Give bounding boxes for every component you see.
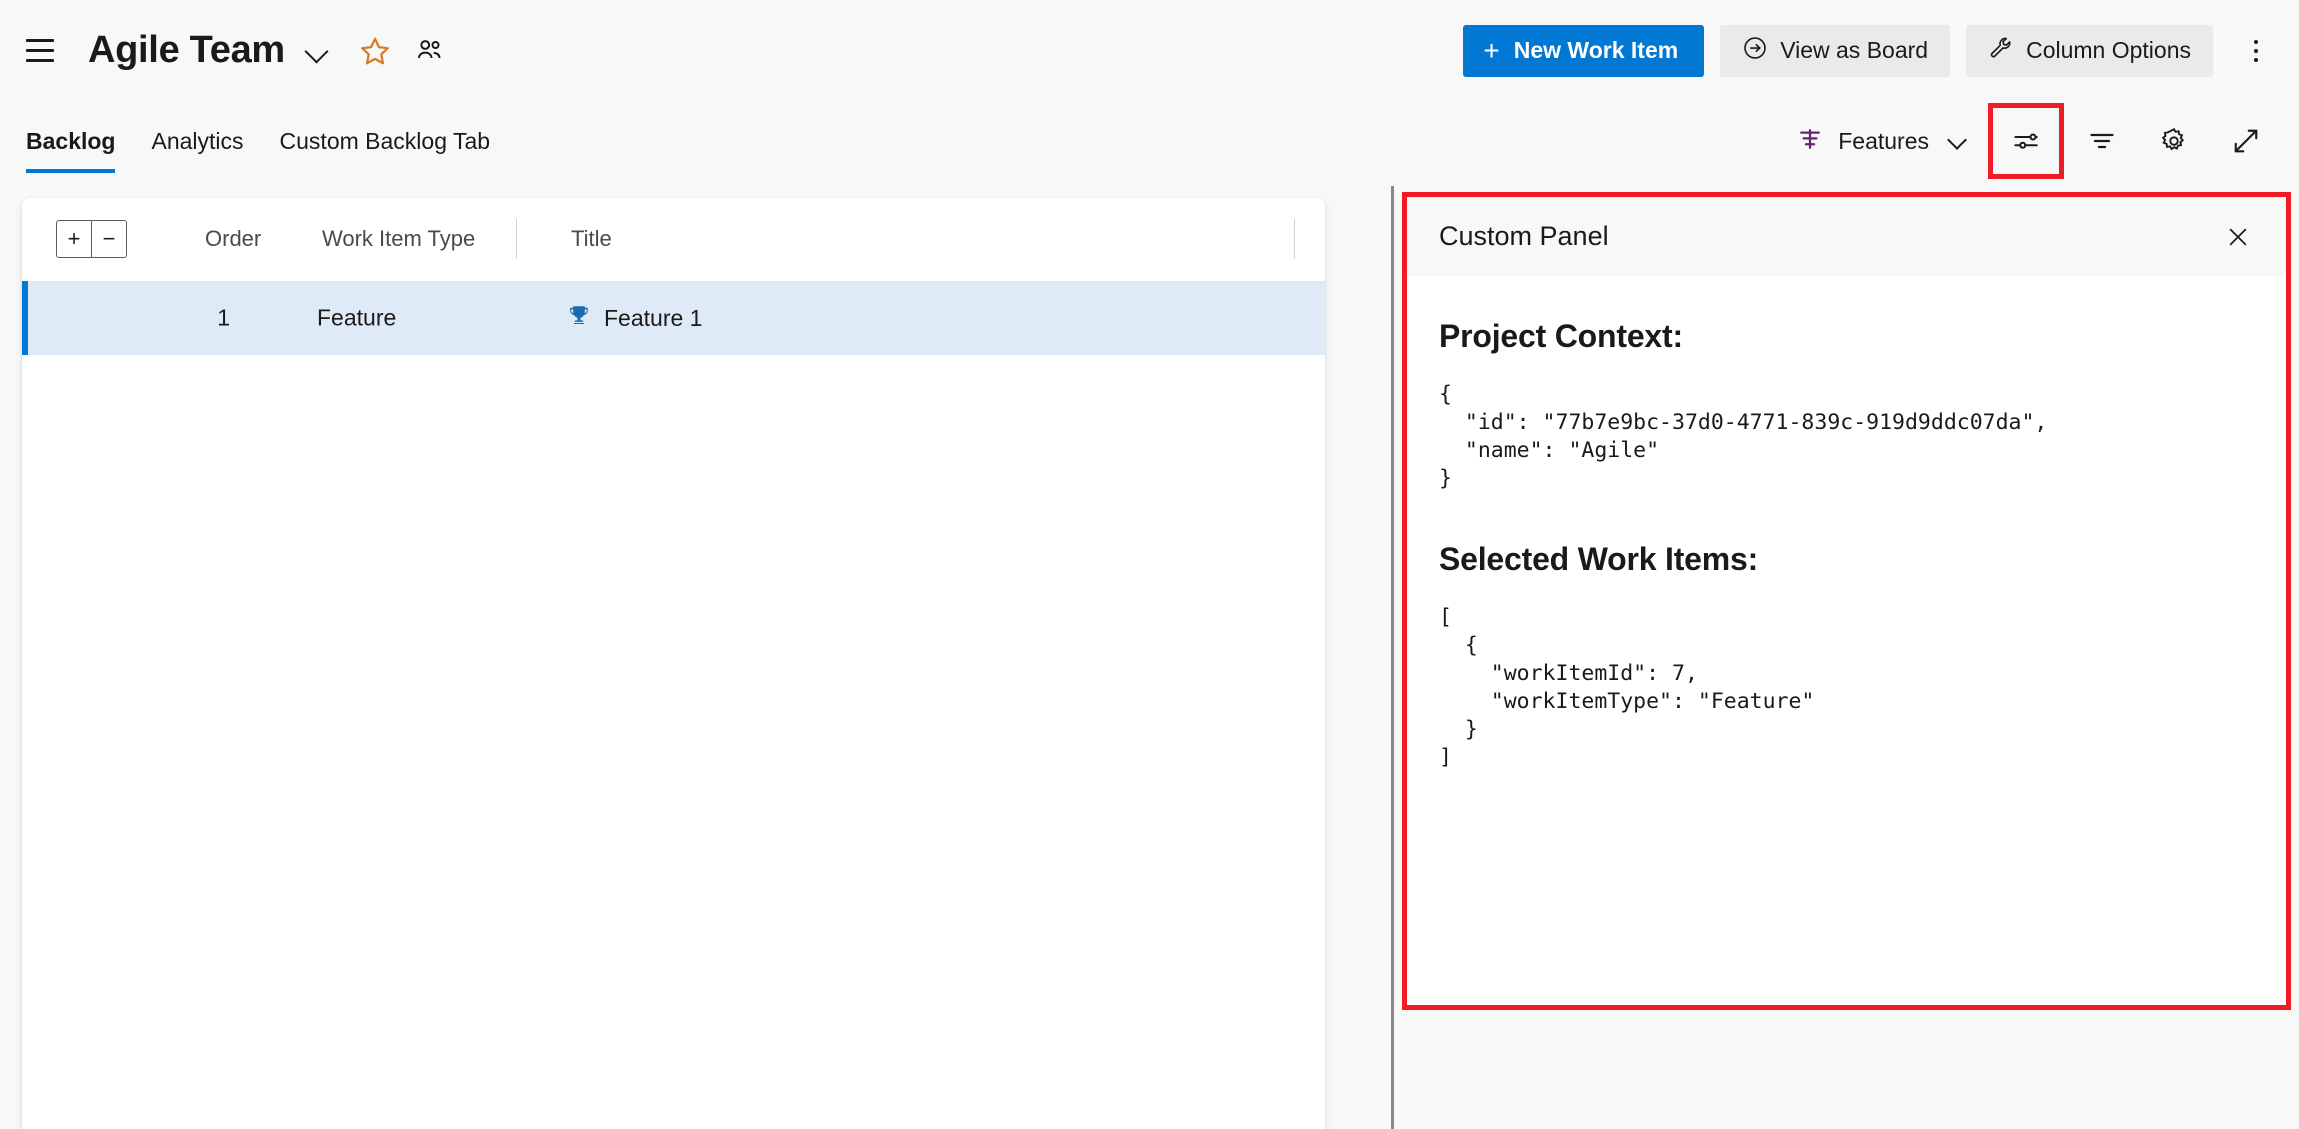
collapse-all-button[interactable]: − bbox=[92, 220, 127, 258]
column-header-order[interactable]: Order bbox=[205, 226, 261, 252]
expand-all-button[interactable]: + bbox=[56, 220, 92, 258]
view-as-board-button[interactable]: View as Board bbox=[1720, 24, 1951, 77]
selected-work-items-json: [ { "workItemId": 7, "workItemType": "Fe… bbox=[1439, 605, 1815, 770]
project-context-json: { "id": "77b7e9bc-37d0-4771-839c-919d9dd… bbox=[1439, 382, 2048, 491]
backlog-level-picker[interactable]: Features bbox=[1786, 113, 1979, 169]
column-header-work-item-type[interactable]: Work Item Type bbox=[322, 226, 475, 252]
view-options-sliders-icon[interactable] bbox=[1988, 103, 2064, 179]
page-title: Agile Team bbox=[88, 29, 285, 71]
filter-icon[interactable] bbox=[2073, 112, 2131, 170]
app-root: Agile Team + New Work Item View as Board… bbox=[0, 0, 2299, 1129]
backlog-toolbar: Features bbox=[1786, 101, 2275, 181]
table-row[interactable]: 1 Feature Feature 1 bbox=[22, 281, 1325, 355]
backlog-level-label: Features bbox=[1838, 127, 1929, 154]
tab-custom-backlog-tab-label: Custom Backlog Tab bbox=[279, 127, 491, 154]
hamburger-menu-icon[interactable] bbox=[26, 34, 60, 68]
backlog-levels-icon bbox=[1796, 125, 1824, 158]
people-icon[interactable] bbox=[415, 36, 445, 66]
star-icon[interactable] bbox=[359, 35, 391, 67]
column-divider[interactable] bbox=[516, 219, 517, 259]
selected-work-items-heading: Selected Work Items: bbox=[1439, 541, 1759, 577]
plus-icon: + bbox=[1483, 34, 1500, 66]
new-work-item-button[interactable]: + New Work Item bbox=[1463, 24, 1705, 77]
custom-panel-header: Custom Panel bbox=[1407, 197, 2286, 276]
more-vertical-icon[interactable] bbox=[2235, 27, 2277, 75]
trophy-icon bbox=[567, 303, 591, 333]
custom-panel-body: Project Context: { "id": "77b7e9bc-37d0-… bbox=[1407, 276, 2286, 1005]
expand-diagonal-icon[interactable] bbox=[2217, 112, 2275, 170]
new-work-item-label: New Work Item bbox=[1513, 37, 1679, 63]
column-options-label: Column Options bbox=[2026, 37, 2191, 63]
backlog-grid-card: + − Order Work Item Type Title 1 Feature… bbox=[22, 198, 1325, 1129]
view-as-board-label: View as Board bbox=[1780, 37, 1929, 63]
header-actions: + New Work Item View as Board Column Opt… bbox=[1463, 0, 2277, 101]
tab-list: Backlog Analytics Custom Backlog Tab bbox=[26, 101, 508, 181]
custom-panel: Custom Panel Project Context: { "id": "7… bbox=[1402, 192, 2291, 1010]
expand-collapse-group: + − bbox=[56, 220, 127, 258]
page-header: Agile Team + New Work Item View as Board… bbox=[0, 0, 2299, 101]
project-context-heading: Project Context: bbox=[1439, 318, 1683, 354]
gear-icon[interactable] bbox=[2145, 112, 2203, 170]
cell-title-text: Feature 1 bbox=[604, 304, 703, 331]
tab-analytics-label: Analytics bbox=[151, 127, 244, 154]
chevron-down-icon bbox=[1947, 130, 1969, 152]
cell-work-item-type: Feature bbox=[317, 304, 397, 331]
grid-header-row: + − Order Work Item Type Title bbox=[22, 198, 1325, 281]
tab-row: Backlog Analytics Custom Backlog Tab Fea… bbox=[0, 101, 2299, 181]
wrench-icon bbox=[1988, 35, 2014, 67]
cell-title: Feature 1 bbox=[567, 303, 702, 333]
chevron-down-icon[interactable] bbox=[305, 38, 331, 64]
tab-backlog[interactable]: Backlog bbox=[26, 101, 133, 181]
custom-panel-title: Custom Panel bbox=[1439, 221, 1609, 251]
tab-backlog-label: Backlog bbox=[26, 127, 116, 154]
column-options-button[interactable]: Column Options bbox=[1966, 24, 2213, 77]
close-icon[interactable] bbox=[2216, 215, 2260, 259]
row-selection-indicator bbox=[22, 281, 28, 355]
arrow-right-circle-icon bbox=[1742, 35, 1768, 67]
column-divider[interactable] bbox=[1294, 219, 1295, 259]
tab-analytics[interactable]: Analytics bbox=[133, 101, 261, 181]
panel-splitter[interactable] bbox=[1391, 186, 1394, 1129]
column-header-title[interactable]: Title bbox=[571, 226, 612, 252]
cell-order: 1 bbox=[217, 304, 230, 331]
tab-custom-backlog-tab[interactable]: Custom Backlog Tab bbox=[262, 101, 509, 181]
